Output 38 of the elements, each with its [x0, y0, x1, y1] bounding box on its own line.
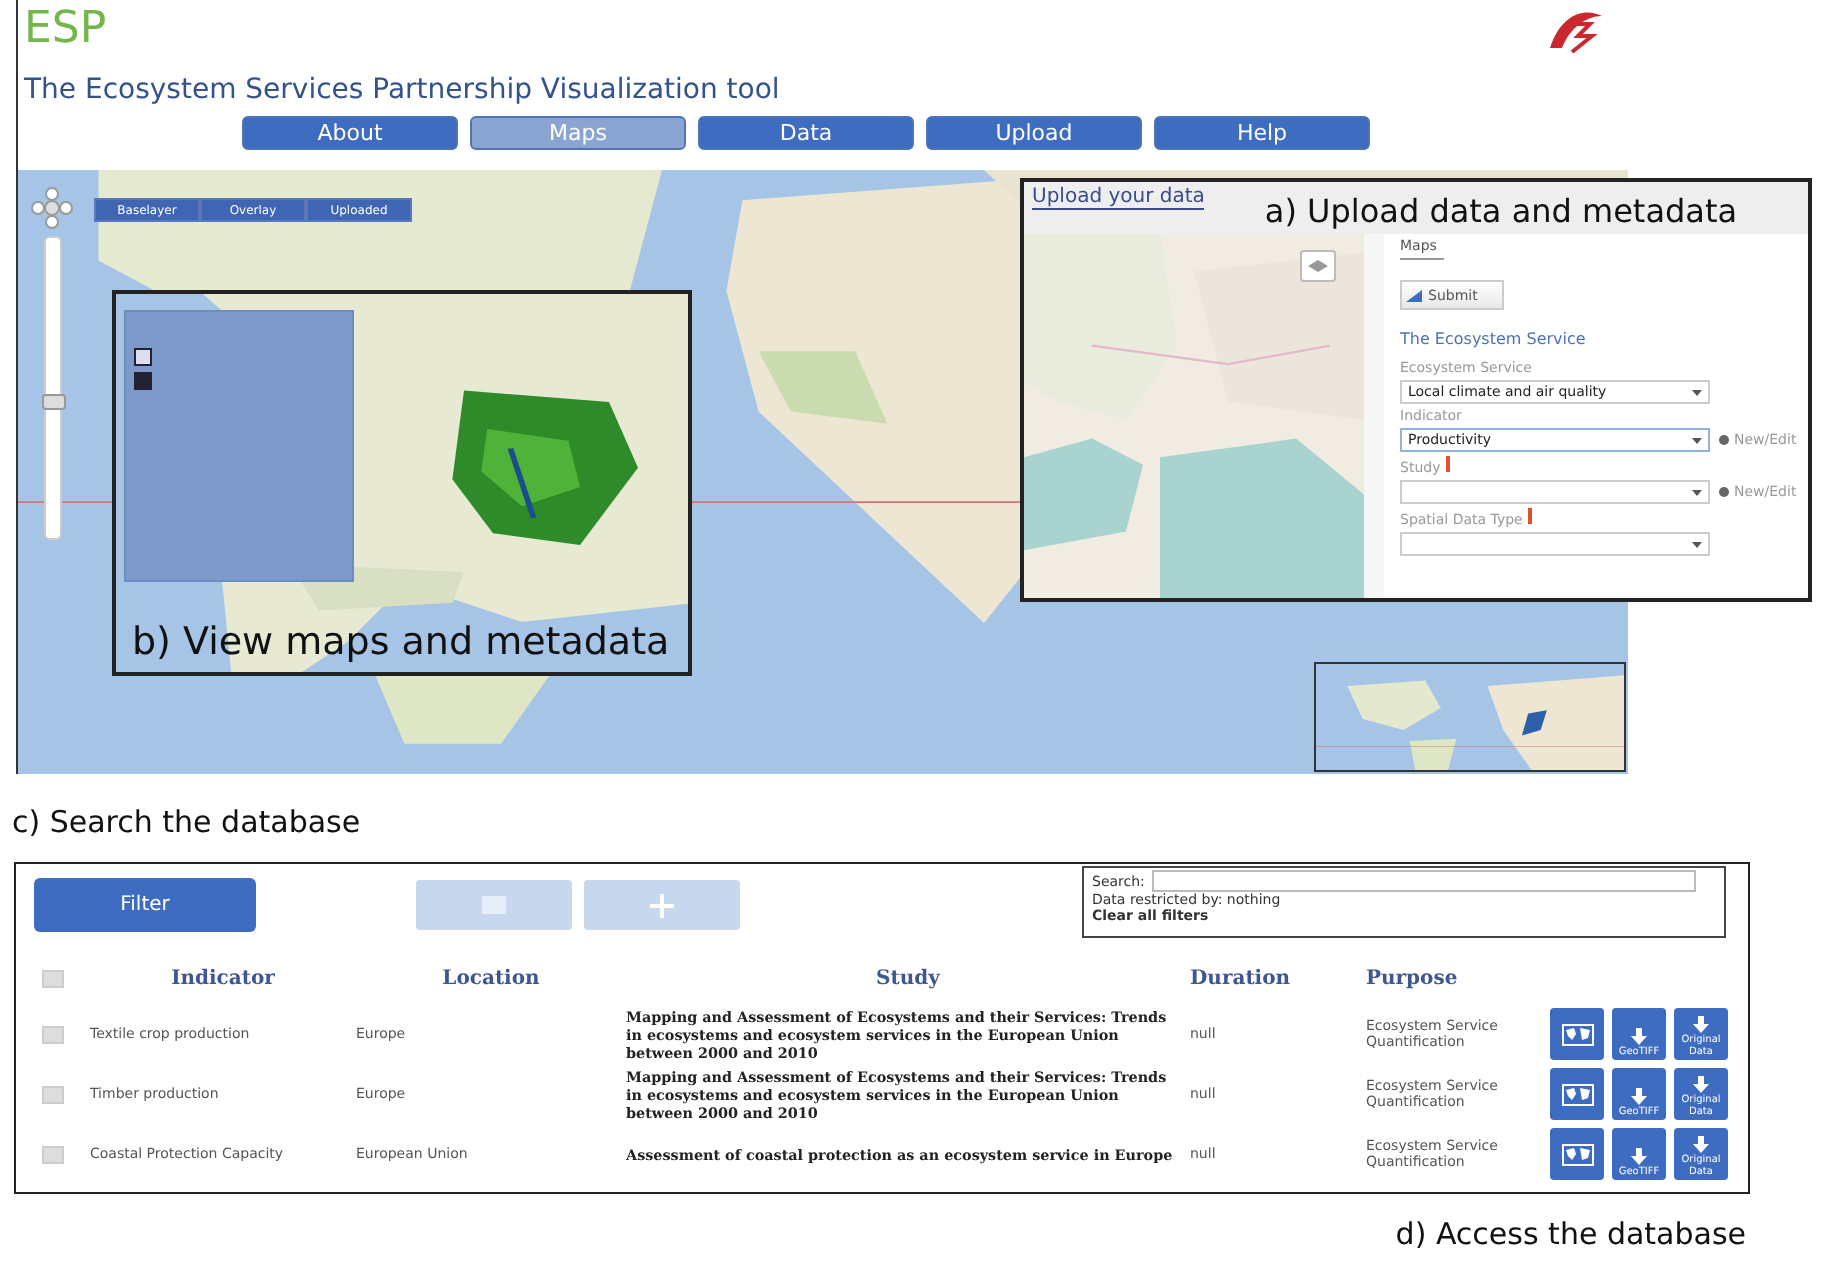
nav-tab[interactable]: Upload [926, 116, 1142, 150]
filter-button[interactable]: Filter [34, 878, 256, 932]
plus-icon [650, 893, 674, 917]
nav-tab[interactable]: About [242, 116, 458, 150]
world-map-icon [1561, 1023, 1593, 1045]
download-icon [1692, 1016, 1710, 1034]
column-header: Study [874, 965, 943, 993]
column-header: Location [440, 965, 542, 993]
gear-icon [1718, 434, 1730, 446]
figure-caption: c) Search the database [12, 802, 363, 842]
column-header: Purpose [1366, 965, 1460, 993]
nav-tab[interactable]: Help [1154, 116, 1370, 150]
search-field[interactable] [1152, 870, 1697, 892]
world-map-icon [1561, 1143, 1593, 1165]
figure-caption: d) Access the database [1395, 1214, 1746, 1254]
download-icon [1692, 1136, 1710, 1154]
dropdown-arrow-icon [1692, 541, 1702, 547]
row-checkbox[interactable] [42, 1025, 64, 1043]
download-icon [1692, 1076, 1710, 1094]
column-header: Indicator [169, 965, 277, 993]
map-button[interactable] [1550, 1068, 1604, 1120]
nav-tab[interactable]: Data [698, 116, 914, 150]
dropdown-arrow-icon [1692, 389, 1702, 395]
dropdown-arrow-icon [1692, 489, 1702, 495]
row-checkbox[interactable] [42, 1145, 64, 1163]
dropdown-arrow-icon [1692, 437, 1702, 443]
download-icon [1630, 1088, 1648, 1106]
map-button[interactable] [1550, 1008, 1604, 1060]
app-logo: ESP [24, 4, 107, 56]
download-icon [1630, 1148, 1648, 1166]
column-header: Duration [1190, 965, 1293, 993]
gear-icon [1718, 486, 1730, 498]
world-map-icon [1561, 1083, 1593, 1105]
app-title: The Ecosystem Services Partnership Visualization tool [24, 72, 782, 108]
row-checkbox[interactable] [42, 1085, 64, 1103]
download-icon [1630, 1028, 1648, 1046]
map-button[interactable] [1550, 1128, 1604, 1180]
select-all-checkbox[interactable] [42, 969, 64, 987]
